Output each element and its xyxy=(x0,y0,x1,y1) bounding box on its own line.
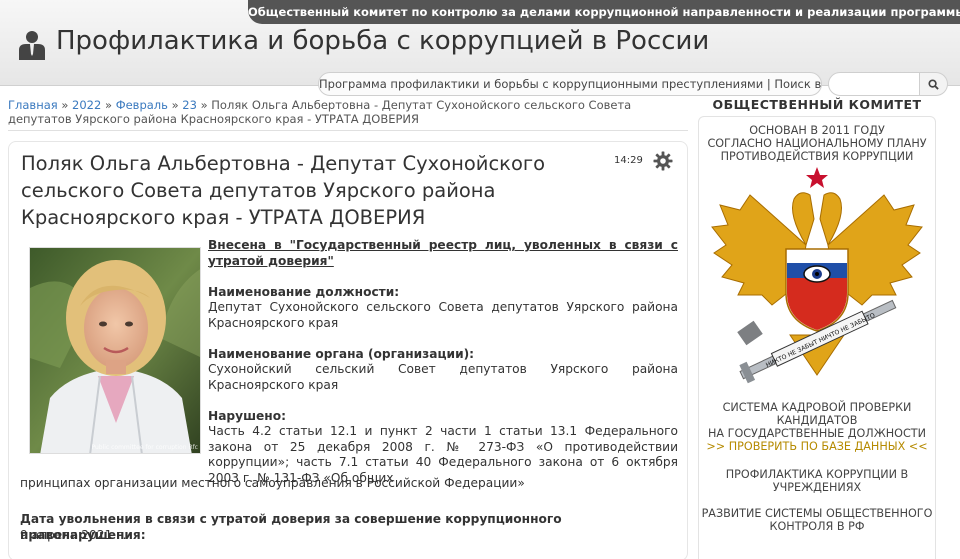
photo-watermark: Public committee for corruption Rfc xyxy=(91,444,198,451)
search-icon xyxy=(928,78,939,90)
breadcrumb-separator: » xyxy=(104,98,113,112)
position-value: Депутат Сухонойского сельского Совета де… xyxy=(208,300,678,330)
founded-line: ПРОТИВОДЕЙСТВИЯ КОРРУПЦИИ xyxy=(720,150,914,163)
founded-line: СОГЛАСНО НАЦИОНАЛЬНОМУ ПЛАНУ xyxy=(707,137,927,150)
prevention-link[interactable]: ПРОФИЛАКТИКА КОРРУПЦИИ В xyxy=(699,468,935,481)
position-label: Наименование должности: xyxy=(208,284,400,299)
breadcrumb-current: Поляк Ольга Альбертовна - Депутат Сухоно… xyxy=(8,98,632,126)
check-line: КАНДИДАТОВ xyxy=(776,414,858,427)
breadcrumb-home[interactable]: Главная xyxy=(8,98,58,112)
register-link[interactable]: Внесена в "Государственный реестр лиц, у… xyxy=(208,238,678,268)
article-card: Поляк Ольга Альбертовна - Депутат Сухоно… xyxy=(8,141,688,559)
article-body: Внесена в "Государственный реестр лиц, у… xyxy=(208,238,678,486)
check-database-link[interactable]: >> ПРОВЕРИТЬ ПО БАЗЕ ДАННЫХ << xyxy=(699,440,935,453)
breadcrumb-day[interactable]: 23 xyxy=(182,98,197,112)
founded-line: ОСНОВАН В 2011 ГОДУ xyxy=(749,124,885,137)
org-value: Сухонойский сельский Совет депутатов Уяр… xyxy=(208,362,678,392)
prevention-link[interactable]: УЧРЕЖДЕНИЯХ xyxy=(699,481,935,494)
breadcrumb-month[interactable]: Февраль xyxy=(116,98,168,112)
article-time: 14:29 xyxy=(614,155,643,166)
article-title: Поляк Ольга Альбертовна - Депутат Сухоно… xyxy=(21,152,546,229)
program-nav-link[interactable]: Программа профилактики и борьбы с корруп… xyxy=(318,72,822,96)
check-line: СИСТЕМА КАДРОВОЙ ПРОВЕРКИ xyxy=(722,401,912,414)
sidebar: ОБЩЕСТВЕННЫЙ КОМИТЕТ ОСНОВАН В 2011 ГОДУ… xyxy=(698,96,936,559)
breadcrumb-year[interactable]: 2022 xyxy=(72,98,101,112)
breadcrumb-separator: » xyxy=(61,98,69,112)
violation-value-cont: принципах организации местного самоуправ… xyxy=(20,476,525,490)
person-photo: Public committee for corruption Rfc xyxy=(29,247,201,454)
sidebar-heading: ОБЩЕСТВЕННЫЙ КОМИТЕТ xyxy=(712,97,922,112)
violation-label: Нарушено: xyxy=(208,408,286,423)
development-link[interactable]: КОНТРОЛЯ В РФ xyxy=(699,520,935,533)
top-strip: Общественный комитет по контролю за дела… xyxy=(248,0,960,24)
dismissal-date: 9 апреля 2021 г. xyxy=(20,528,127,542)
emblem-eagle-icon: НИКТО НЕ ЗАБЫТ НИЧТО НЕ ЗАБЫТО xyxy=(711,167,923,384)
divider xyxy=(8,130,688,131)
breadcrumb: Главная » 2022 » Февраль » 23 » Поляк Ол… xyxy=(8,98,688,126)
breadcrumb-separator: » xyxy=(200,98,208,112)
search-input[interactable] xyxy=(828,72,920,96)
development-link[interactable]: РАЗВИТИЕ СИСТЕМЫ ОБЩЕСТВЕННОГО xyxy=(699,507,935,520)
sidebar-panel: ОСНОВАН В 2011 ГОДУ СОГЛАСНО НАЦИОНАЛЬНО… xyxy=(698,116,936,559)
gear-icon[interactable] xyxy=(653,151,673,171)
person-icon xyxy=(19,31,45,60)
search-button[interactable] xyxy=(920,72,948,96)
org-label: Наименование органа (организации): xyxy=(208,346,475,361)
breadcrumb-separator: » xyxy=(171,98,179,112)
site-title[interactable]: Профилактика и борьба с коррупцией в Рос… xyxy=(56,26,709,56)
check-line: НА ГОСУДАРСТВЕННЫЕ ДОЛЖНОСТИ xyxy=(708,427,926,440)
